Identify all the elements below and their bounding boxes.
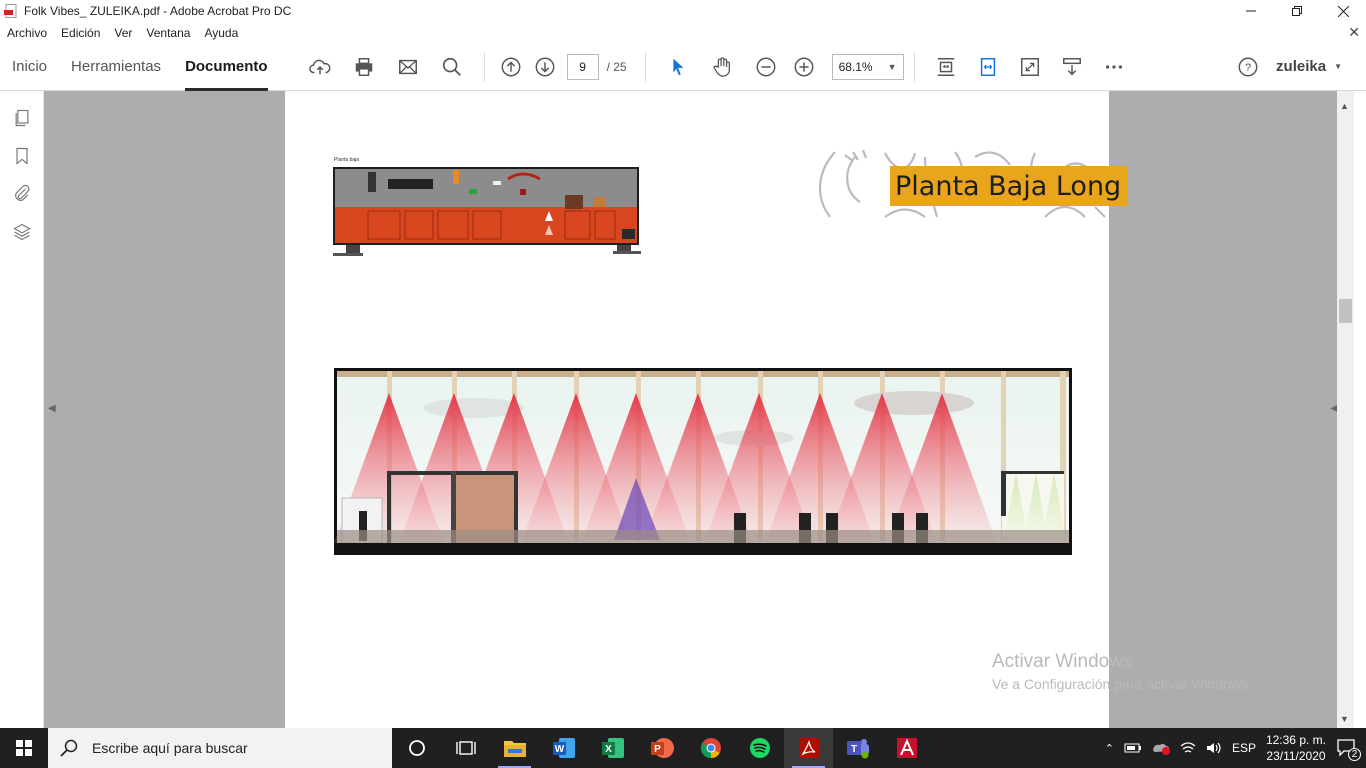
page-number-input[interactable]: 9 xyxy=(566,53,599,80)
mail-icon[interactable] xyxy=(392,51,424,83)
search-icon[interactable] xyxy=(436,51,468,83)
watermark-subtitle: Ve a Configuración para activar Windows. xyxy=(992,676,1252,692)
prev-page-icon[interactable] xyxy=(495,51,527,83)
powerpoint-icon[interactable]: P xyxy=(637,728,686,768)
floor-plan-image xyxy=(333,167,641,256)
menu-bar: Archivo Edición Ver Ventana Ayuda ✕ xyxy=(0,22,1366,43)
svg-text:?: ? xyxy=(1245,62,1251,74)
title-bar: Folk Vibes_ ZULEIKA.pdf - Adobe Acrobat … xyxy=(0,0,1366,22)
menu-ver[interactable]: Ver xyxy=(107,26,139,40)
taskbar: Escribe aquí para buscar W X P T ⌃ ESP 1… xyxy=(0,728,1366,768)
cortana-icon[interactable] xyxy=(392,728,441,768)
tab-herramientas[interactable]: Herramientas xyxy=(59,43,173,91)
restore-button[interactable] xyxy=(1274,0,1320,22)
zoom-select[interactable]: 68.1% ▼ xyxy=(831,53,904,80)
toolbar-divider xyxy=(644,51,646,82)
page-title-tag: Planta Baja Long xyxy=(890,166,1128,206)
collapse-left-panel-icon[interactable]: ◀ xyxy=(48,403,56,414)
read-mode-icon[interactable] xyxy=(1056,51,1088,83)
menu-ayuda[interactable]: Ayuda xyxy=(197,26,245,40)
left-navigation-rail xyxy=(0,91,44,728)
document-viewport[interactable]: ◀ Planta baja Planta Baja Long ◀ xyxy=(44,91,1337,728)
scrollbar-thumb[interactable] xyxy=(1339,299,1352,323)
taskbar-search-box[interactable]: Escribe aquí para buscar xyxy=(48,728,392,768)
clock-date: 23/11/2020 xyxy=(1266,749,1326,763)
window-title: Folk Vibes_ ZULEIKA.pdf - Adobe Acrobat … xyxy=(24,4,292,18)
acrobat-icon[interactable] xyxy=(784,728,833,768)
task-view-icon[interactable] xyxy=(441,728,490,768)
more-icon[interactable] xyxy=(1098,51,1130,83)
wifi-icon[interactable] xyxy=(1180,741,1196,755)
svg-text:T: T xyxy=(850,744,856,755)
pdf-file-icon xyxy=(4,4,18,18)
notification-center-icon[interactable]: 2 xyxy=(1336,737,1361,761)
word-icon[interactable]: W xyxy=(539,728,588,768)
chevron-down-icon: ▼ xyxy=(1334,62,1342,71)
cloud-upload-icon[interactable] xyxy=(304,51,336,83)
tab-inicio[interactable]: Inicio xyxy=(0,43,59,91)
main-toolbar: Inicio Herramientas Documento 9 / 25 68.… xyxy=(0,43,1366,91)
file-explorer-icon[interactable] xyxy=(490,728,539,768)
plan-label: Planta baja xyxy=(334,157,360,163)
user-name: zuleika xyxy=(1276,58,1327,75)
next-page-icon[interactable] xyxy=(529,51,561,83)
select-cursor-icon[interactable] xyxy=(662,51,694,83)
hand-icon[interactable] xyxy=(706,51,738,83)
tab-documento[interactable]: Documento xyxy=(173,43,280,91)
spotify-icon[interactable] xyxy=(735,728,784,768)
user-menu[interactable]: zuleika ▼ xyxy=(1276,58,1342,75)
volume-icon[interactable] xyxy=(1206,741,1222,755)
toolbar-divider xyxy=(913,51,915,82)
print-icon[interactable] xyxy=(348,51,380,83)
notification-count: 2 xyxy=(1348,748,1361,761)
toolbar-divider xyxy=(483,51,485,82)
onedrive-error-icon[interactable] xyxy=(1152,741,1170,755)
fit-page-icon[interactable] xyxy=(930,51,962,83)
collapse-right-panel-icon[interactable]: ◀ xyxy=(1330,403,1337,414)
zoom-in-icon[interactable] xyxy=(788,51,820,83)
right-panel-gutter xyxy=(1354,91,1366,728)
chrome-icon[interactable] xyxy=(686,728,735,768)
clock-time: 12:36 p. m. xyxy=(1265,733,1326,747)
fit-width-icon[interactable] xyxy=(972,51,1004,83)
attachment-icon[interactable] xyxy=(0,175,44,213)
activation-watermark: Activar Windows Ve a Configuración para … xyxy=(992,651,1252,692)
zoom-value: 68.1% xyxy=(838,59,873,74)
svg-text:P: P xyxy=(654,744,661,755)
system-tray: ⌃ ESP 12:36 p. m. 23/11/2020 2 xyxy=(1105,732,1366,764)
page-thumbnails-icon[interactable] xyxy=(0,99,44,137)
chevron-up-icon[interactable]: ⌃ xyxy=(1105,742,1114,755)
search-placeholder: Escribe aquí para buscar xyxy=(92,740,248,756)
minimize-button[interactable] xyxy=(1228,0,1274,22)
language-indicator[interactable]: ESP xyxy=(1232,741,1256,755)
menu-ventana[interactable]: Ventana xyxy=(139,26,197,40)
vertical-scrollbar[interactable]: ▲ ▼ xyxy=(1337,91,1354,728)
close-document-icon[interactable]: ✕ xyxy=(1348,24,1360,41)
svg-text:X: X xyxy=(605,744,612,755)
page-total: / 25 xyxy=(606,59,627,74)
svg-text:W: W xyxy=(554,744,564,755)
teams-icon[interactable]: T xyxy=(833,728,882,768)
help-icon[interactable]: ? xyxy=(1232,51,1264,83)
full-screen-icon[interactable] xyxy=(1014,51,1046,83)
bookmark-icon[interactable] xyxy=(0,137,44,175)
chevron-down-icon: ▼ xyxy=(887,61,897,72)
layers-icon[interactable] xyxy=(0,213,44,251)
scroll-up-icon[interactable]: ▲ xyxy=(1340,101,1349,111)
excel-icon[interactable]: X xyxy=(588,728,637,768)
windows-start-button[interactable] xyxy=(0,728,48,768)
zoom-out-icon[interactable] xyxy=(750,51,782,83)
menu-archivo[interactable]: Archivo xyxy=(0,26,54,40)
close-window-button[interactable] xyxy=(1320,0,1366,22)
section-drawing-image xyxy=(334,368,1072,555)
search-icon xyxy=(60,739,78,757)
watermark-title: Activar Windows xyxy=(992,651,1133,672)
menu-edicion[interactable]: Edición xyxy=(54,26,107,40)
autocad-icon[interactable] xyxy=(882,728,931,768)
clock[interactable]: 12:36 p. m. 23/11/2020 xyxy=(1266,732,1326,764)
pdf-page: Planta baja Planta Baja Long xyxy=(285,91,1128,728)
battery-icon[interactable] xyxy=(1124,742,1142,754)
scroll-down-icon[interactable]: ▼ xyxy=(1340,714,1349,724)
